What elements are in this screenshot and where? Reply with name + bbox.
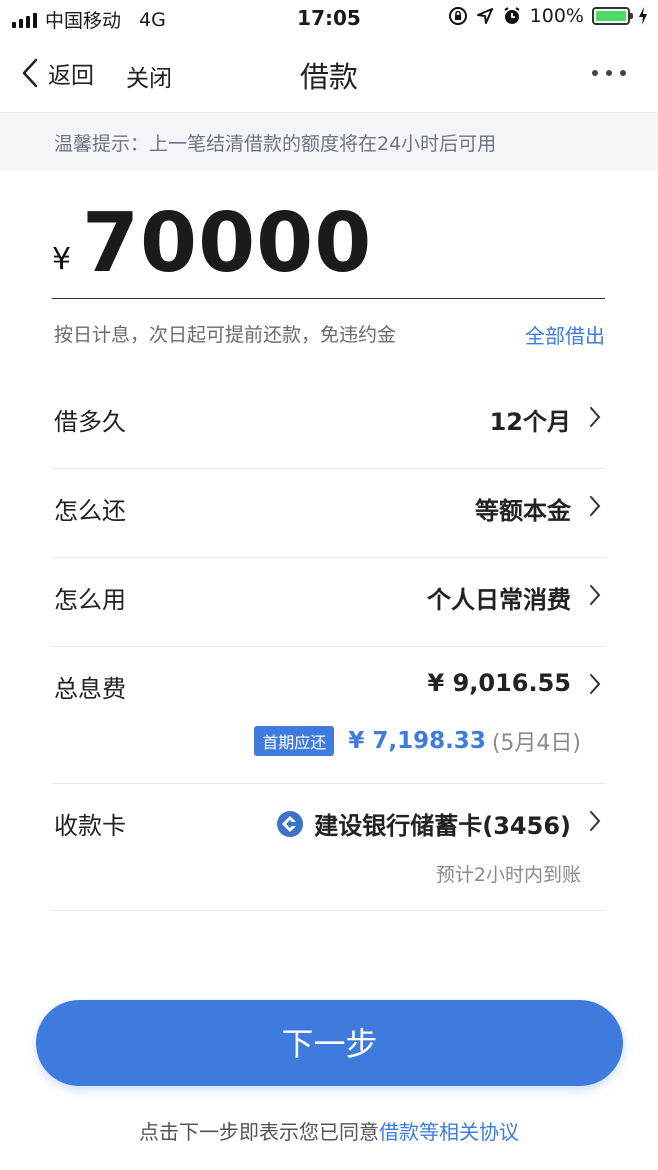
location-icon: [476, 8, 493, 24]
usage-label: 怎么用: [54, 586, 126, 614]
agreement-link[interactable]: 借款等相关协议: [379, 1120, 519, 1144]
chevron-right-icon: [590, 407, 601, 427]
currency-symbol: ¥: [52, 242, 72, 277]
alarm-icon: [504, 7, 520, 24]
interest-label: 总息费: [54, 675, 126, 703]
first-payment: 首期应还 ¥ 7,198.33 (5月4日): [254, 725, 581, 757]
arrival-time: 预计2小时内到账: [435, 864, 581, 886]
first-payment-badge: 首期应还: [254, 726, 335, 756]
interest-value: ¥ 9,016.55: [427, 669, 571, 697]
charging-icon: [639, 7, 647, 25]
duration-label: 借多久: [54, 408, 126, 436]
battery-icon: [592, 7, 633, 25]
battery-percent: 100%: [529, 5, 584, 27]
first-payment-date: (5月4日): [491, 731, 581, 756]
chevron-right-icon: [590, 585, 601, 605]
duration-row[interactable]: 借多久 12个月: [52, 380, 605, 469]
more-icon[interactable]: [592, 70, 626, 76]
duration-value: 12个月: [489, 408, 571, 436]
lock-rotation-icon: [448, 7, 467, 25]
interest-hint: 按日计息，次日起可提前还款，免违约金: [54, 324, 397, 346]
usage-row[interactable]: 怎么用 个人日常消费: [52, 558, 605, 647]
tip-text: 温馨提示：上一笔结清借款的额度将在24小时后可用: [54, 133, 497, 155]
ccb-bank-icon: [277, 810, 304, 837]
amount-value: 70000: [82, 196, 373, 291]
chevron-right-icon: [590, 811, 601, 831]
repay-row[interactable]: 怎么还 等额本金: [52, 469, 605, 558]
chevron-right-icon: [590, 496, 601, 516]
borrow-all-link[interactable]: 全部借出: [525, 320, 605, 349]
interest-row[interactable]: 总息费 ¥ 9,016.55 首期应还 ¥ 7,198.33 (5月4日): [52, 647, 605, 784]
next-step-button[interactable]: 下一步: [36, 1000, 623, 1086]
page-title: 借款: [299, 60, 358, 94]
tip-banner: 温馨提示：上一笔结清借款的额度将在24小时后可用: [0, 112, 658, 170]
agreement-prefix: 点击下一步即表示您已同意: [139, 1120, 379, 1144]
card-value: 建设银行储蓄卡(3456): [314, 812, 571, 840]
card-row[interactable]: 收款卡 建设银行储蓄卡(3456) 预计2小时内到账: [52, 784, 605, 911]
first-payment-amount: ¥ 7,198.33: [348, 728, 486, 754]
amount-input[interactable]: ¥ 70000: [52, 196, 605, 299]
agreement-text: 点击下一步即表示您已同意借款等相关协议: [0, 1116, 658, 1145]
usage-value: 个人日常消费: [427, 586, 571, 614]
chevron-right-icon: [590, 674, 601, 694]
repay-value: 等额本金: [475, 497, 571, 525]
status-bar: 中国移动 4G 17:05 100%: [0, 0, 658, 36]
nav-bar: 返回 关闭 借款: [0, 36, 658, 112]
repay-label: 怎么还: [54, 497, 126, 525]
card-label: 收款卡: [54, 812, 126, 840]
